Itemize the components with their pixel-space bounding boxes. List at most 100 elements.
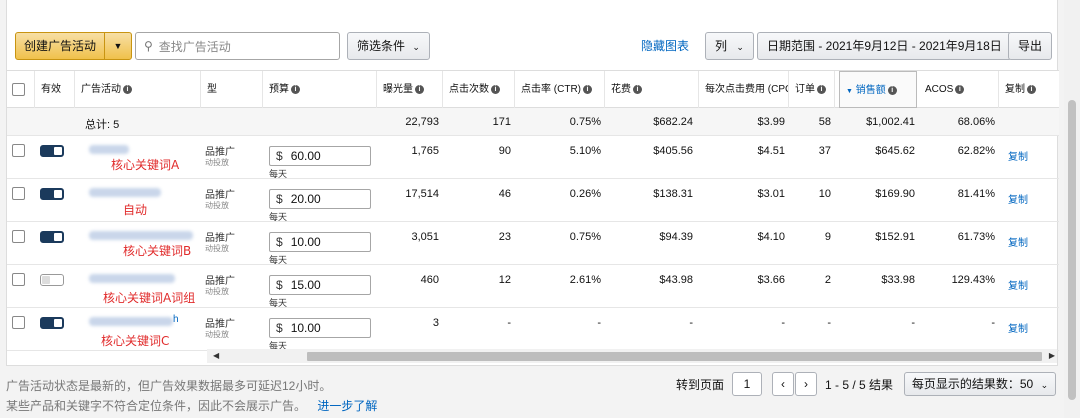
cell-clicks: 12 [498, 274, 511, 286]
header-budget[interactable]: 预算 i [263, 71, 377, 108]
info-icon: i [1027, 84, 1036, 94]
select-all-checkbox[interactable] [12, 83, 25, 96]
currency-symbol: $ [276, 235, 283, 249]
campaign-targeting: 动投放 [205, 330, 229, 339]
page-number-input[interactable]: 1 [732, 372, 762, 396]
cell-orders: 9 [824, 231, 831, 243]
row-checkbox[interactable] [12, 187, 25, 200]
currency-symbol: $ [276, 278, 283, 292]
row-checkbox[interactable] [12, 144, 25, 157]
footer-note-delay: 广告活动状态是最新的，但广告效果数据最多可延迟12小时。 [6, 379, 332, 393]
header-active-label: 有效 [41, 84, 61, 95]
header-impressions-label: 曝光量 [383, 84, 413, 95]
search-input[interactable]: ⚲ 查找广告活动 [135, 32, 340, 60]
cell-impressions: 1,765 [411, 145, 439, 157]
campaign-name-link[interactable] [89, 231, 193, 240]
vertical-scrollbar[interactable] [1064, 0, 1080, 418]
header-active[interactable]: 有效 [35, 71, 75, 108]
footer-note-eligibility: 某些产品和关键字不符合定位条件，因此不会展示广告。 进一步了解 [6, 397, 377, 414]
cell-impressions: 460 [420, 274, 439, 286]
row-checkbox[interactable] [12, 230, 25, 243]
cell-spend: $43.98 [659, 274, 693, 286]
header-type-label: 型 [207, 84, 217, 95]
header-orders[interactable]: 订单 i [789, 71, 835, 108]
filter-button[interactable]: 筛选条件 ⌄ [347, 32, 430, 60]
create-campaign-button[interactable]: 创建广告活动 ▼ [15, 32, 133, 60]
cell-ctr: 0.75% [569, 231, 601, 243]
cell-sales: $152.91 [875, 231, 915, 243]
create-campaign-label[interactable]: 创建广告活动 [16, 33, 106, 59]
header-clicks[interactable]: 点击次数 i [443, 71, 515, 108]
campaign-name-suffix[interactable]: h [173, 314, 179, 325]
header-spend[interactable]: 花费 i [605, 71, 699, 108]
info-icon: i [817, 84, 826, 94]
campaign-name-link[interactable] [89, 145, 129, 154]
columns-button[interactable]: 列 ⌄ [705, 32, 754, 60]
cell-cpc: - [781, 317, 785, 329]
active-toggle[interactable] [40, 274, 64, 286]
cell-orders: - [827, 317, 831, 329]
cell-orders: 37 [818, 145, 831, 157]
row-checkbox[interactable] [12, 273, 25, 286]
row-checkbox[interactable] [12, 316, 25, 329]
active-toggle[interactable] [40, 188, 64, 200]
chevron-left-icon: ‹ [781, 377, 785, 391]
prev-page-button[interactable]: ‹ [772, 372, 794, 396]
cell-ctr: - [597, 317, 601, 329]
export-button[interactable]: 导出 [1008, 32, 1053, 60]
vertical-scroll-thumb[interactable] [1068, 100, 1076, 400]
campaign-name-link[interactable] [89, 274, 175, 283]
cell-acos: 61.73% [957, 231, 995, 243]
cell-acos: 129.43% [951, 274, 995, 286]
campaign-targeting: 动投放 [205, 201, 229, 210]
campaign-name-link[interactable] [89, 317, 173, 326]
copy-link[interactable]: 复制 [1008, 277, 1028, 292]
header-impressions[interactable]: 曝光量 i [377, 71, 443, 108]
cell-orders: 2 [824, 274, 831, 286]
header-ctr-label: 点击率 (CTR) [521, 84, 581, 95]
budget-input[interactable]: $60.00 [269, 146, 371, 166]
horizontal-scrollbar[interactable]: ◀ ▶ [207, 349, 1057, 363]
date-range-button[interactable]: 日期范围 - 2021年9月12日 - 2021年9月18日 [757, 32, 1012, 60]
copy-link[interactable]: 复制 [1008, 191, 1028, 206]
next-page-button[interactable]: › [795, 372, 817, 396]
budget-input[interactable]: $20.00 [269, 189, 371, 209]
total-clicks: 171 [492, 116, 511, 128]
cell-acos: 62.82% [957, 145, 995, 157]
total-row: 总计: 5 22,793 171 0.75% $682.24 $3.99 58 … [7, 108, 1059, 136]
active-toggle[interactable] [40, 145, 64, 157]
budget-input[interactable]: $10.00 [269, 232, 371, 252]
header-cpc[interactable]: 每次点击费用 (CPC) [699, 71, 789, 108]
header-select-all[interactable] [7, 71, 35, 108]
cell-sales: $33.98 [881, 274, 915, 286]
budget-input[interactable]: $10.00 [269, 318, 371, 338]
header-sales[interactable]: ▼ 销售额 i [839, 71, 917, 108]
active-toggle[interactable] [40, 317, 64, 329]
per-page-dropdown[interactable]: 每页显示的结果数：50 ⌄ [904, 372, 1056, 396]
budget-input[interactable]: $15.00 [269, 275, 371, 295]
sort-desc-icon: ▼ [846, 88, 853, 95]
chevron-down-icon[interactable]: ▼ [105, 33, 131, 59]
scroll-right-icon[interactable]: ▶ [1049, 349, 1055, 363]
header-copy[interactable]: 复制 i [999, 71, 1059, 108]
total-label: 总计: 5 [85, 119, 120, 131]
learn-more-link[interactable]: 进一步了解 [317, 399, 377, 413]
copy-link[interactable]: 复制 [1008, 320, 1028, 335]
campaign-name-link[interactable] [89, 188, 161, 197]
copy-link[interactable]: 复制 [1008, 234, 1028, 249]
chevron-right-icon: › [804, 377, 808, 391]
campaign-annotation: 核心关键词A词组 [103, 291, 196, 305]
header-campaign[interactable]: 广告活动 i [75, 71, 201, 108]
header-type[interactable]: 型 [201, 71, 263, 108]
scroll-left-icon[interactable]: ◀ [213, 349, 219, 363]
header-acos[interactable]: ACOS i [919, 71, 999, 108]
cell-cpc: $3.66 [757, 274, 785, 286]
chevron-down-icon: ⌄ [1040, 380, 1049, 390]
header-orders-label: 订单 [795, 84, 815, 95]
header-ctr[interactable]: 点击率 (CTR) i [515, 71, 605, 108]
active-toggle[interactable] [40, 231, 64, 243]
horizontal-scroll-thumb[interactable] [307, 352, 1042, 361]
hide-chart-link[interactable]: 隐藏图表 [641, 32, 689, 60]
campaign-type: 品推广 [205, 190, 235, 201]
copy-link[interactable]: 复制 [1008, 148, 1028, 163]
